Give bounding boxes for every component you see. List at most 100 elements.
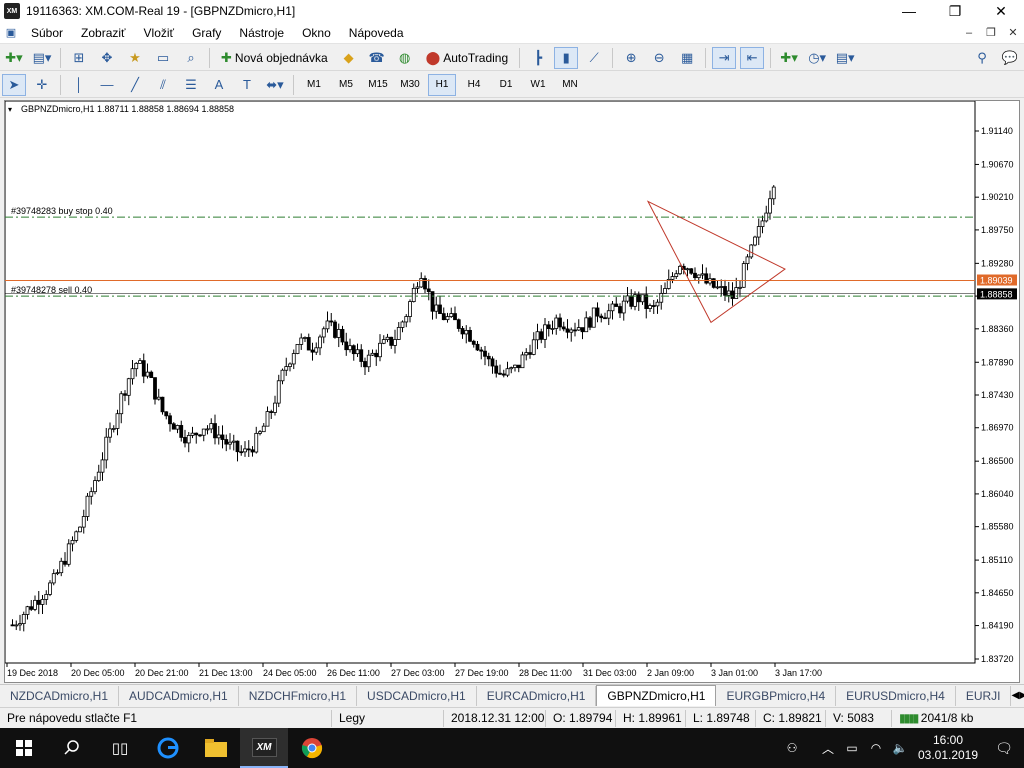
tab-eurgbp[interactable]: EURGBPmicro,H4 — [716, 685, 837, 706]
tf-mn[interactable]: MN — [556, 74, 584, 96]
cursor-icon[interactable]: ➤ — [2, 73, 26, 96]
search-taskbar-icon[interactable] — [48, 728, 96, 768]
menu-tools[interactable]: Nástroje — [230, 26, 293, 40]
edge-browser-icon[interactable] — [144, 728, 192, 768]
tf-m1[interactable]: M1 — [300, 74, 328, 96]
templates-icon[interactable]: ▤▾ — [833, 47, 857, 69]
status-traffic[interactable]: ▮▮▮▮ 2041/8 kb — [892, 710, 980, 727]
tf-h1[interactable]: H1 — [428, 73, 456, 96]
mdi-restore-button[interactable]: ❐ — [980, 26, 1002, 39]
toolbar-separator — [60, 47, 61, 68]
tf-m15[interactable]: M15 — [364, 74, 392, 96]
menu-charts[interactable]: Grafy — [183, 26, 230, 40]
tf-m5[interactable]: M5 — [332, 74, 360, 96]
minimize-button[interactable]: — — [886, 0, 932, 22]
metaeditor-icon[interactable]: ◆ — [337, 47, 361, 69]
zoom-out-icon[interactable]: ⊖ — [647, 47, 671, 69]
tab-eurusd[interactable]: EURUSDmicro,H4 — [836, 685, 956, 706]
autotrading-button[interactable]: ⬤ AutoTrading — [421, 47, 514, 69]
tabs-scroll-left-icon[interactable]: ◀ — [1011, 690, 1019, 701]
vertical-line-icon[interactable]: │ — [67, 74, 91, 96]
horizontal-line-icon[interactable]: — — [95, 74, 119, 96]
candle-body — [329, 320, 334, 323]
signals-icon[interactable]: ☎ — [365, 47, 389, 69]
plot-area[interactable] — [4, 100, 976, 664]
menu-insert[interactable]: Vložiť — [135, 26, 184, 40]
tf-h4[interactable]: H4 — [460, 74, 488, 96]
chart-window[interactable]: 1.91140 1.90670 1.90210 1.89750 1.89280 1.888… — [4, 100, 1020, 683]
tabs-scroll-right-icon[interactable]: ▶ — [1019, 690, 1024, 701]
autoscroll-icon[interactable]: ⇥ — [712, 46, 737, 69]
volume-icon[interactable]: 🔈 — [888, 741, 912, 755]
tile-windows-icon[interactable]: ▦ — [675, 47, 699, 69]
mdi-minimize-button[interactable]: – — [958, 27, 980, 39]
chart-header-arrow[interactable]: ▾ — [8, 105, 12, 114]
candle-body — [595, 307, 600, 317]
candle-body — [464, 329, 469, 335]
profiles-icon[interactable]: ▤▾ — [30, 47, 54, 69]
tab-nzdcad[interactable]: NZDCADmicro,H1 — [0, 685, 120, 706]
menu-view[interactable]: Zobraziť — [72, 26, 135, 40]
document-icon[interactable]: ▣ — [0, 26, 22, 39]
text-icon[interactable]: A — [207, 74, 231, 96]
task-view-icon[interactable]: ▯▯ — [96, 728, 144, 768]
text-label-icon[interactable]: T — [235, 74, 259, 96]
tab-usdcad[interactable]: USDCADmicro,H1 — [357, 685, 477, 706]
menu-window[interactable]: Okno — [293, 26, 340, 40]
crosshair-icon[interactable]: ✛ — [30, 74, 54, 96]
tab-eurjpy[interactable]: EURJI — [956, 685, 1012, 706]
price-tick-label: 1.84190 — [981, 621, 1014, 631]
status-profile[interactable]: Legy — [332, 709, 444, 727]
mdi-close-button[interactable]: ✕ — [1002, 26, 1024, 39]
tf-w1[interactable]: W1 — [524, 74, 552, 96]
new-chart-icon[interactable]: ✚▾ — [2, 47, 26, 69]
battery-icon[interactable]: ▭ — [840, 741, 864, 755]
tf-d1[interactable]: D1 — [492, 74, 520, 96]
data-window-icon[interactable]: ✥ — [95, 47, 119, 69]
candle-body — [33, 599, 37, 610]
market-icon[interactable]: ◍ — [393, 47, 417, 69]
trend-line-icon[interactable]: ╱ — [123, 74, 147, 96]
arrows-icon[interactable]: ⬌▾ — [263, 74, 287, 96]
chat-icon[interactable]: 💬 — [998, 47, 1022, 69]
tab-nzdchf[interactable]: NZDCHFmicro,H1 — [239, 685, 358, 706]
bar-chart-icon[interactable]: ┣ — [526, 47, 550, 69]
candle-body — [239, 451, 244, 454]
terminal-icon[interactable]: ▭ — [151, 47, 175, 69]
strategy-tester-icon[interactable]: ⌕ — [179, 47, 203, 69]
tab-gbpnzd[interactable]: GBPNZDmicro,H1 — [596, 685, 717, 706]
menu-file[interactable]: Súbor — [22, 26, 72, 40]
windows-start-icon[interactable] — [0, 728, 48, 768]
bid-price-label: 1.88858 — [980, 289, 1013, 299]
line-chart-icon[interactable]: ⟋ — [582, 47, 606, 69]
new-order-button[interactable]: ✚ Nová objednávka — [216, 47, 333, 69]
price-chart[interactable]: 1.91140 1.90670 1.90210 1.89750 1.89280 1.888… — [4, 100, 1019, 682]
price-tick-label: 1.86970 — [981, 423, 1014, 433]
menu-help[interactable]: Nápoveda — [340, 26, 413, 40]
people-icon[interactable]: ⚇ — [780, 741, 804, 755]
chart-shift-icon[interactable]: ⇤ — [740, 46, 765, 69]
candle-body — [280, 369, 285, 382]
file-explorer-icon[interactable] — [192, 728, 240, 768]
price-tick-label: 1.85580 — [981, 522, 1014, 532]
close-button[interactable]: ✕ — [978, 0, 1024, 22]
wifi-icon[interactable]: ◠ — [864, 741, 888, 755]
xm-terminal-taskbar-icon[interactable]: XM — [240, 728, 288, 768]
navigator-icon[interactable]: ★ — [123, 47, 147, 69]
chrome-browser-icon[interactable] — [288, 728, 336, 768]
tab-eurcad[interactable]: EURCADmicro,H1 — [477, 685, 597, 706]
search-icon[interactable]: ⚲ — [970, 47, 994, 69]
periods-icon[interactable]: ◷▾ — [805, 47, 829, 69]
channel-icon[interactable]: ⫽ — [151, 74, 175, 96]
tf-m30[interactable]: M30 — [396, 74, 424, 96]
notifications-icon[interactable]: 🗨 — [984, 728, 1024, 768]
candlestick-icon[interactable]: ▮ — [554, 46, 579, 69]
taskbar-clock[interactable]: 16:00 03.01.2019 — [912, 733, 984, 763]
maximize-button[interactable]: ❐ — [932, 0, 978, 22]
tray-chevron-icon[interactable]: ︿ — [816, 740, 840, 757]
tab-audcad[interactable]: AUDCADmicro,H1 — [119, 685, 239, 706]
indicators-icon[interactable]: ✚▾ — [777, 47, 801, 69]
market-watch-icon[interactable]: ⊞ — [67, 47, 91, 69]
zoom-in-icon[interactable]: ⊕ — [619, 47, 643, 69]
fibonacci-icon[interactable]: ☰ — [179, 74, 203, 96]
